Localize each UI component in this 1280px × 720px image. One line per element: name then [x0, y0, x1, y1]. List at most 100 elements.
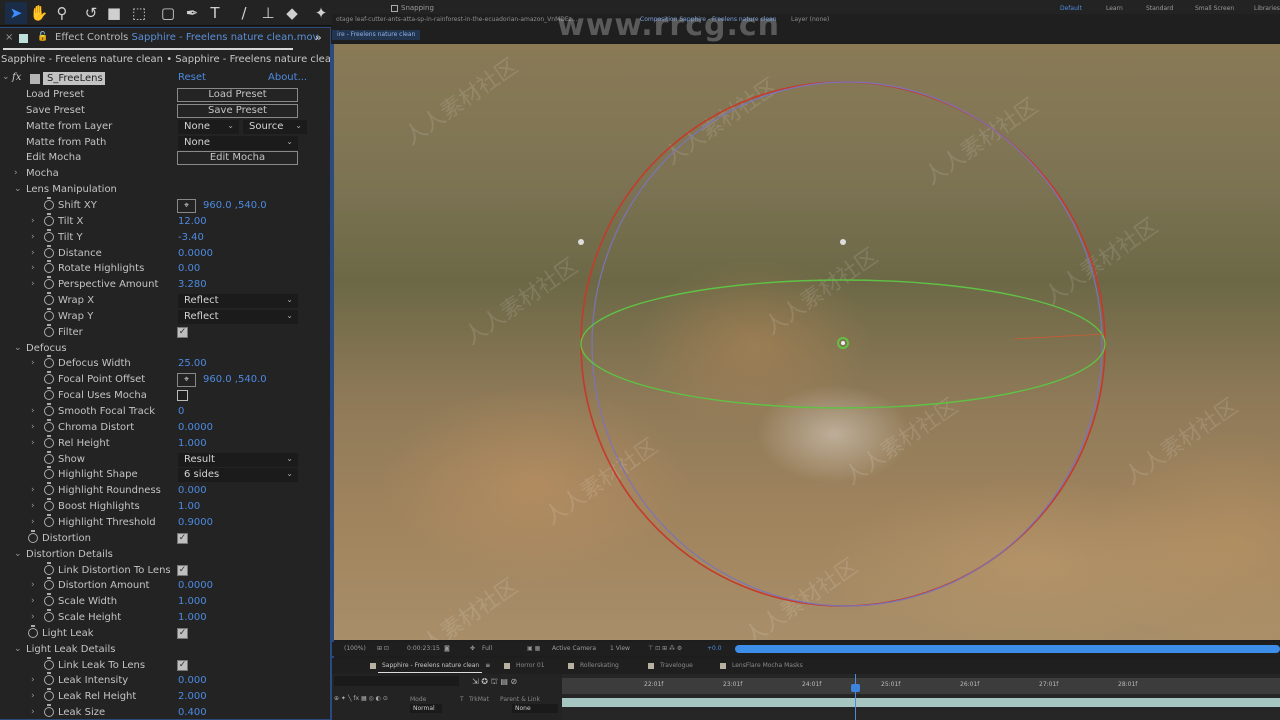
stopwatch-icon[interactable]	[44, 561, 54, 575]
snapping-checkbox[interactable]	[391, 4, 398, 12]
twirl-down-icon[interactable]: ⌄	[14, 549, 22, 559]
timeline-tab[interactable]: Sapphire - Freelens nature clean ≡	[370, 662, 490, 669]
current-timecode[interactable]: 0:00:23:15	[407, 645, 440, 652]
stopwatch-icon[interactable]	[28, 624, 38, 638]
stopwatch-icon[interactable]	[44, 688, 54, 702]
about-link[interactable]: About...	[268, 72, 307, 83]
workspace-learn[interactable]: Learn	[1106, 5, 1123, 12]
brush-tool-icon[interactable]: /	[233, 2, 255, 24]
panel-overflow-icon[interactable]: »	[315, 31, 322, 44]
stopwatch-icon[interactable]	[44, 307, 54, 321]
stopwatch-icon[interactable]	[44, 593, 54, 607]
tilt-x-value[interactable]: 12.00	[178, 216, 207, 227]
twirl-right-icon[interactable]: ›	[31, 358, 35, 368]
link-leak-to-lens-checkbox[interactable]: ✓	[177, 659, 188, 671]
scale-width-value[interactable]: 1.000	[178, 596, 207, 607]
effect-header[interactable]: ⌄ fx S_FreeLens Reset About...	[0, 72, 316, 87]
stopwatch-icon[interactable]	[44, 609, 54, 623]
twirl-right-icon[interactable]: ›	[14, 168, 18, 178]
stopwatch-icon[interactable]	[44, 260, 54, 274]
rotate-tool-icon[interactable]: ↺	[80, 2, 102, 24]
region-of-interest-icon[interactable]: ▣ ▦	[527, 645, 540, 652]
stopwatch-icon[interactable]	[44, 355, 54, 369]
layer-search-input[interactable]	[334, 676, 459, 686]
stopwatch-icon[interactable]	[44, 196, 54, 210]
camera-tool-icon[interactable]: ■	[103, 2, 125, 24]
stopwatch-icon[interactable]	[44, 228, 54, 242]
stopwatch-icon[interactable]	[44, 403, 54, 416]
matte-from-layer-channel-dropdown[interactable]: Source ⌄	[243, 119, 307, 134]
twirl-down-icon[interactable]: ⌄	[14, 184, 22, 194]
wrap-y-dropdown[interactable]: Reflect ⌄	[178, 309, 298, 324]
filter-checkbox[interactable]: ✓	[177, 326, 188, 338]
effect-name[interactable]: S_FreeLens	[43, 72, 105, 85]
twirl-down-icon[interactable]: ⌄	[14, 343, 22, 353]
matte-from-path-dropdown[interactable]: None ⌄	[178, 135, 298, 150]
type-tool-icon[interactable]: T	[204, 2, 226, 24]
distance-value[interactable]: 0.0000	[178, 248, 213, 259]
layer-parent-dropdown[interactable]: None	[512, 704, 558, 713]
handle-point-top[interactable]	[840, 239, 846, 245]
twirl-right-icon[interactable]: ›	[31, 485, 35, 495]
reset-link[interactable]: Reset	[178, 72, 206, 83]
twirl-right-icon[interactable]: ›	[31, 216, 35, 226]
stopwatch-icon[interactable]	[44, 672, 54, 686]
twirl-right-icon[interactable]: ›	[31, 612, 35, 622]
stopwatch-icon[interactable]	[44, 498, 54, 512]
stopwatch-icon[interactable]	[44, 323, 54, 337]
stopwatch-icon[interactable]	[44, 212, 54, 226]
zoom-tool-icon[interactable]: ⚲	[51, 2, 73, 24]
fx-toggle-icon[interactable]: fx	[12, 72, 21, 83]
stopwatch-icon[interactable]	[44, 387, 54, 401]
exposure-value[interactable]: +0.0	[707, 645, 722, 652]
safe-zones-icon[interactable]: ⊞ ⊡	[377, 645, 389, 652]
snapping-toggle[interactable]: Snapping	[391, 4, 434, 12]
save-preset-button[interactable]: Save Preset	[177, 103, 298, 118]
playhead[interactable]	[855, 674, 856, 720]
perspective-amount-value[interactable]: 3.280	[178, 279, 207, 290]
puppet-tool-icon[interactable]: ✦	[310, 2, 332, 24]
lock-icon[interactable]: 🔓	[37, 32, 48, 42]
stopwatch-icon[interactable]	[44, 513, 54, 527]
crosshair-icon[interactable]: ⌖	[177, 198, 196, 213]
comp-breadcrumb[interactable]: ire - Freelens nature clean	[332, 30, 421, 40]
twirl-right-icon[interactable]: ›	[31, 501, 35, 511]
timeline-switches-icons[interactable]: ⇲ ✪ ⛫ ▤ ⊘	[472, 677, 517, 687]
handle-point-left[interactable]	[578, 239, 584, 245]
leak-rel-height-value[interactable]: 2.000	[178, 691, 207, 702]
twirl-right-icon[interactable]: ›	[31, 438, 35, 448]
twirl-right-icon[interactable]: ›	[31, 596, 35, 606]
rotate-highlights-value[interactable]: 0.00	[178, 263, 200, 274]
stopwatch-icon[interactable]	[44, 450, 54, 464]
twirl-right-icon[interactable]: ›	[31, 263, 35, 273]
twirl-down-icon[interactable]: ⌄	[14, 644, 22, 654]
time-ruler[interactable]: 22:01f 23:01f 24:01f 25:01f 26:01f 27:01f 28:0…	[562, 678, 1280, 694]
stopwatch-icon[interactable]	[44, 577, 54, 591]
column-mode[interactable]: Mode	[410, 696, 426, 703]
twirl-right-icon[interactable]: ›	[31, 406, 35, 416]
composition-viewer[interactable]: 人人素材社区 人人素材社区 人人素材社区 人人素材社区 人人素材社区 人人素材社区 人人素材…	[334, 44, 1280, 640]
twirl-right-icon[interactable]: ›	[31, 248, 35, 258]
show-dropdown[interactable]: Result ⌄	[178, 452, 298, 467]
twirl-right-icon[interactable]: ›	[31, 707, 35, 717]
stopwatch-icon[interactable]	[44, 418, 54, 432]
distortion-amount-value[interactable]: 0.0000	[178, 580, 213, 591]
column-trkmat[interactable]: TrkMat	[469, 696, 489, 703]
twirl-right-icon[interactable]: ›	[31, 580, 35, 590]
panel-title-file[interactable]: Sapphire - Freelens nature clean.mov	[132, 32, 319, 43]
column-t[interactable]: T	[460, 696, 464, 703]
twirl-right-icon[interactable]: ›	[31, 517, 35, 527]
edit-mocha-button[interactable]: Edit Mocha	[177, 151, 298, 166]
stopwatch-icon[interactable]	[44, 656, 54, 670]
column-parent[interactable]: Parent & Link	[500, 696, 540, 703]
highlight-roundness-value[interactable]: 0.000	[178, 485, 207, 496]
workspace-default[interactable]: Default	[1060, 5, 1082, 12]
smooth-focal-track-value[interactable]: 0	[178, 406, 184, 417]
footage-tab[interactable]: otage leaf-cutter-ants-atta-sp-in-rainfo…	[336, 16, 578, 23]
view-layout-dropdown[interactable]: 1 View	[610, 645, 630, 652]
distortion-checkbox[interactable]: ✓	[177, 532, 188, 544]
layer-mode-dropdown[interactable]: Normal	[410, 704, 442, 713]
selection-tool-icon[interactable]: ➤	[5, 2, 27, 24]
timeline-tab[interactable]: Travelogue	[648, 662, 693, 669]
viewer-options-icons[interactable]: ⊤ ⊡ ⊞ ⁂ ⚙	[648, 645, 682, 652]
